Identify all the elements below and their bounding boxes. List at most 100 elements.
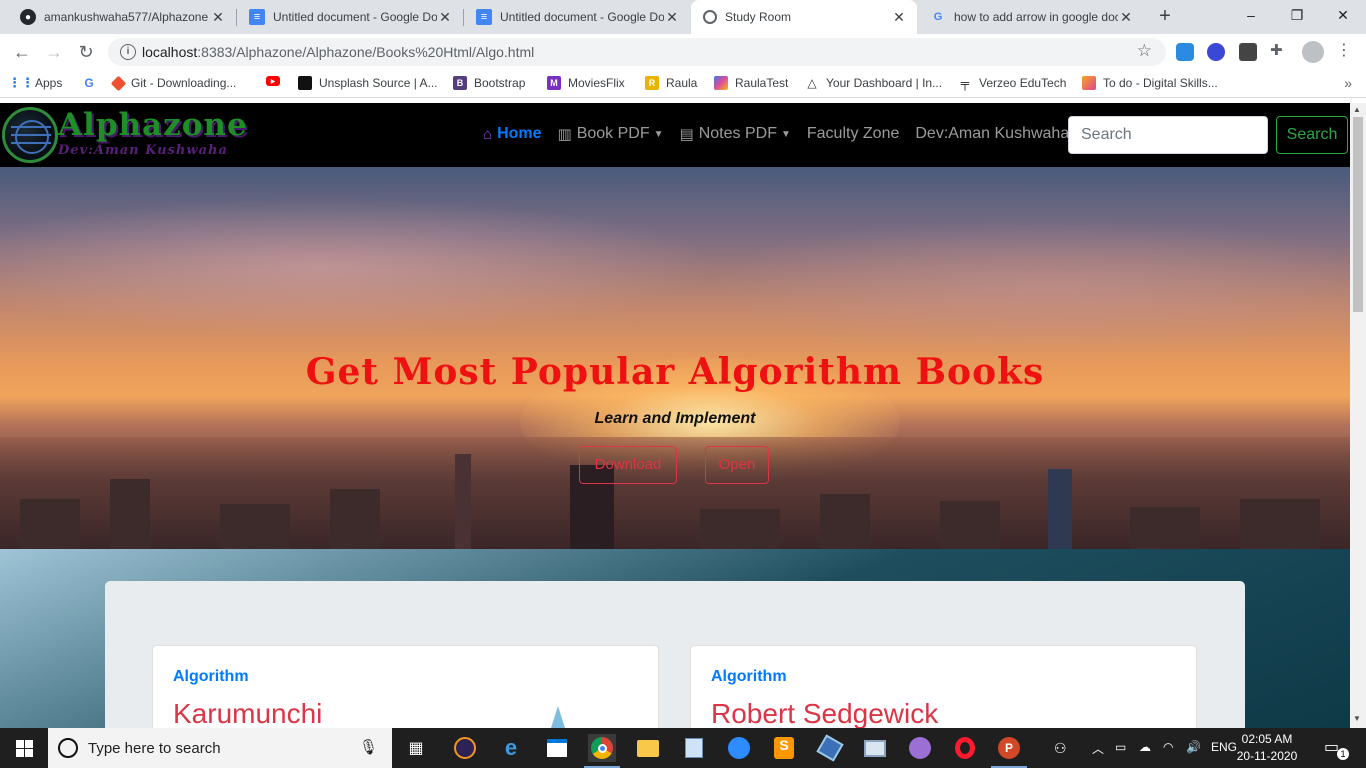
bootstrap-icon: B (453, 76, 467, 90)
battery-icon[interactable]: ▭ (1115, 740, 1126, 754)
address-bar[interactable]: i localhost:8383/Alphazone/Alphazone/Boo… (108, 38, 1166, 66)
page-scrollbar[interactable]: ▲ ▼ (1350, 103, 1366, 728)
open-button[interactable]: Open (705, 446, 769, 484)
moviesflix-icon: M (547, 76, 561, 90)
screen-icon[interactable] (861, 734, 889, 762)
bookmark-moviesflix[interactable]: M MoviesFlix (547, 76, 625, 90)
task-view-icon[interactable]: ▦ (402, 734, 430, 762)
bookmark-todo[interactable]: To do - Digital Skills... (1082, 76, 1218, 90)
globe-icon (703, 10, 717, 24)
zoom-icon[interactable] (725, 734, 753, 762)
taskbar-search[interactable]: Type here to search 🎙 (48, 728, 392, 768)
bookmark-raulatest[interactable]: RaulaTest (714, 76, 788, 90)
bookmark-label: Apps (35, 76, 63, 90)
bookmark-label: Bootstrap (474, 76, 526, 90)
start-button[interactable] (0, 728, 48, 768)
cloud-icon[interactable]: ☁ (1139, 740, 1151, 754)
microphone-icon[interactable]: 🎙 (359, 738, 378, 756)
tab-google-docs-2[interactable]: ≡ Untitled document - Google Docs ✕ (464, 0, 690, 34)
site-search-button[interactable]: Search (1276, 116, 1348, 154)
nav-book-pdf[interactable]: ▥ Book PDF ▼ (558, 125, 664, 143)
caret-down-icon: ▼ (653, 128, 664, 140)
url-text[interactable]: localhost:8383/Alphazone/Alphazone/Books… (142, 44, 534, 60)
store-icon[interactable] (543, 734, 571, 762)
eclipse-icon[interactable] (451, 734, 479, 762)
download-button[interactable]: Download (579, 446, 677, 484)
tab-google-search[interactable]: G how to add arrow in google docs ✕ (918, 0, 1144, 34)
bookmarks-bar: ⋮⋮ Apps G Git - Downloading... ▶ Unsplash… (0, 70, 1366, 98)
site-brand[interactable]: Alphazone (58, 107, 248, 143)
close-tab-icon[interactable]: ✕ (437, 9, 453, 26)
tab-github[interactable]: ● amankushwaha577/Alphazone ✕ (8, 0, 236, 34)
bookmarks-overflow-icon[interactable]: » (1344, 75, 1352, 91)
book-card: Algorithm Karumunchi (152, 645, 659, 728)
people-icon[interactable]: ⚇ (1054, 740, 1067, 757)
nav-label: Book PDF (576, 125, 650, 142)
verzeo-icon: ╤ (960, 76, 970, 90)
back-button[interactable]: ← (8, 38, 36, 66)
bookmark-youtube[interactable]: ▶ (266, 76, 287, 86)
volume-icon[interactable]: 🔊 (1186, 740, 1201, 754)
profile-avatar[interactable] (1302, 41, 1324, 63)
close-tab-icon[interactable]: ✕ (210, 9, 226, 26)
puzzle-extensions-icon[interactable]: ✚ (1270, 41, 1288, 59)
notepad-icon[interactable] (680, 734, 708, 762)
forward-button[interactable]: → (40, 38, 68, 66)
close-tab-icon[interactable]: ✕ (1118, 9, 1134, 26)
bookmark-raula[interactable]: R Raula (645, 76, 697, 90)
shield-extension-icon[interactable] (1176, 43, 1194, 61)
tab-google-docs-1[interactable]: ≡ Untitled document - Google Docs ✕ (237, 0, 463, 34)
file-explorer-icon[interactable] (634, 734, 662, 762)
alphazone-logo-icon[interactable] (2, 107, 58, 163)
new-tab-button[interactable]: + (1153, 4, 1177, 30)
nav-notes-pdf[interactable]: ▤ Notes PDF ▼ (680, 125, 791, 143)
bookmark-dashboard[interactable]: △ Your Dashboard | In... (805, 76, 942, 90)
maximize-button[interactable]: ❐ (1274, 0, 1320, 30)
scrollbar-thumb[interactable] (1353, 117, 1363, 312)
extension-icon[interactable] (1207, 43, 1225, 61)
edge-icon[interactable]: e (497, 734, 525, 762)
clock-time: 02:05 AM (1241, 732, 1293, 746)
bookmark-verzeo[interactable]: ╤ Verzeo EduTech (958, 76, 1067, 90)
chrome-icon[interactable] (584, 734, 620, 768)
raulatest-icon (714, 76, 728, 90)
bookmark-apps[interactable]: ⋮⋮ Apps (8, 75, 63, 90)
close-window-button[interactable]: ✕ (1320, 0, 1366, 30)
scroll-down-icon[interactable]: ▼ (1353, 714, 1361, 723)
site-navbar: Alphazone Dev:Aman Kushwaha ⌂ Home ▥ Book … (0, 103, 1350, 167)
bookmark-google[interactable]: G (82, 76, 103, 90)
bookmark-git[interactable]: Git - Downloading... (110, 75, 237, 91)
bookmark-unsplash[interactable]: Unsplash Source | A... (298, 76, 438, 90)
windows-taskbar: Type here to search 🎙 ▦ e S P ⚇ ︿ ▭ ☁ ◠ … (0, 728, 1366, 768)
close-tab-icon[interactable]: ✕ (664, 9, 680, 26)
github-desktop-icon[interactable] (906, 734, 934, 762)
bookmark-star-icon[interactable]: ☆ (1137, 41, 1152, 61)
minimize-button[interactable]: – (1228, 0, 1274, 30)
menu-kebab-icon[interactable]: ⋮ (1335, 40, 1353, 59)
reload-icon: ↻ (78, 42, 94, 62)
tab-study-room[interactable]: Study Room ✕ (691, 0, 917, 34)
nav-home[interactable]: ⌂ Home (483, 125, 542, 143)
hero-title: Get Most Popular Algorithm Books (305, 351, 1045, 393)
sublime-icon[interactable]: S (770, 734, 798, 762)
bookmark-bootstrap[interactable]: B Bootstrap (453, 76, 525, 90)
bookmark-label: Git - Downloading... (131, 76, 237, 90)
close-tab-icon[interactable]: ✕ (891, 9, 907, 26)
nav-faculty-zone[interactable]: Faculty Zone (807, 125, 899, 143)
reload-button[interactable]: ↻ (72, 38, 100, 66)
opera-icon[interactable] (951, 734, 979, 762)
book-category: Algorithm (711, 668, 787, 685)
books-container: Algorithm Karumunchi Algorithm Robert Se… (105, 581, 1245, 728)
chevron-up-icon[interactable]: ︿ (1092, 740, 1104, 757)
site-search-input[interactable] (1068, 116, 1268, 154)
cube-extension-icon[interactable] (1239, 43, 1257, 61)
scroll-up-icon[interactable]: ▲ (1353, 105, 1361, 114)
taskbar-clock[interactable]: 02:05 AM 20-11-2020 (1236, 731, 1298, 765)
info-icon[interactable]: i (120, 44, 136, 60)
nav-dev[interactable]: Dev:Aman Kushwaha (915, 125, 1069, 143)
wifi-icon[interactable]: ◠ (1163, 740, 1173, 754)
book-thumbnail (551, 706, 565, 728)
language-indicator[interactable]: ENG (1211, 740, 1237, 754)
powerpoint-icon[interactable]: P (991, 734, 1027, 768)
virtualbox-icon[interactable] (816, 734, 844, 762)
